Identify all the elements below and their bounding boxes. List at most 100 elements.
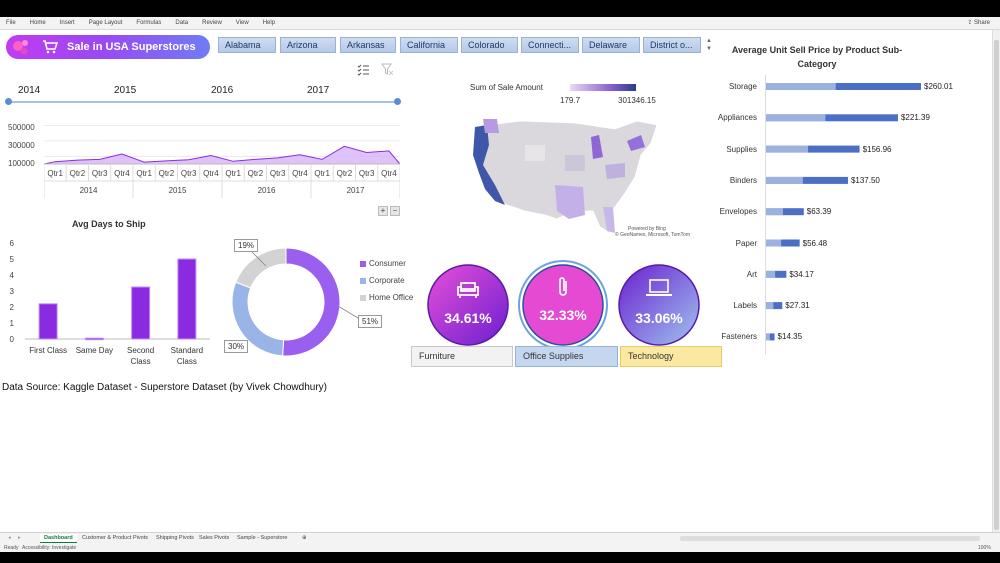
share-button[interactable]: ⇪ Share (967, 19, 990, 26)
ribbon-tab-file[interactable]: File (6, 20, 16, 26)
timeline-year[interactable]: 2016 (211, 85, 233, 96)
avg-days-to-ship-chart: 6 5 4 3 2 1 0 First Class Same Day Second Class Sta… (10, 239, 210, 366)
sheet-tab-customer-product[interactable]: Customer & Product Pivots (78, 534, 152, 542)
state-slicer-item[interactable]: California (400, 37, 458, 53)
expand-button[interactable]: + (378, 206, 388, 216)
subcategory-label: Fasteners (721, 332, 757, 342)
horizontal-scrollbar[interactable] (680, 536, 980, 541)
price-value-label: $34.17 (789, 269, 814, 279)
ribbon-tab-formulas[interactable]: Formulas (136, 20, 161, 26)
year-label: 2016 (258, 186, 276, 195)
share-label: Share (973, 20, 990, 26)
timeline-start-handle[interactable] (5, 98, 12, 105)
next-sheet-icon[interactable]: ▸ (14, 534, 25, 542)
clear-filter-icon[interactable] (381, 63, 394, 76)
price-value-label: $56.48 (802, 238, 828, 248)
timeline-year[interactable]: 2014 (18, 85, 40, 96)
subcategory-label: Art (746, 269, 757, 279)
vertical-scrollbar[interactable] (992, 30, 1000, 532)
quarter-label: Qtr4 (114, 169, 130, 178)
subcategory-label: Envelopes (719, 207, 757, 217)
screen-bottom-bar (0, 552, 1000, 563)
donut-label-consumer: 51% (358, 315, 383, 328)
category-slicer-furniture[interactable]: Furniture (411, 346, 513, 367)
subcategory-label: Appliances (717, 113, 757, 123)
state-slicer-item[interactable]: Colorado (461, 37, 518, 53)
sofa-icon (457, 282, 479, 298)
timeline-year[interactable]: 2017 (307, 85, 329, 96)
state-slicer-item[interactable]: Connecti... (521, 37, 579, 53)
timeline-end-handle[interactable] (394, 98, 401, 105)
category-slicer-technology[interactable]: Technology (620, 346, 722, 367)
y-tick-label: 1 (10, 319, 15, 328)
add-sheet-icon[interactable]: ⊕ (298, 534, 311, 542)
status-accessibility[interactable]: Accessibility: Investigate (22, 545, 76, 551)
price-value-label: $14.35 (777, 332, 803, 342)
ribbon-tab-help[interactable]: Help (263, 20, 275, 26)
sheet-tab-sample[interactable]: Sample - Superstore (233, 534, 291, 542)
subcategory-label: Labels (733, 301, 757, 311)
subcategory-label: Supplies (726, 144, 757, 154)
quarter-label: Qtr3 (181, 169, 197, 178)
price-bar-highlight (766, 145, 809, 153)
ribbon-tab-view[interactable]: View (236, 20, 249, 26)
y-tick-label: 300000 (8, 141, 35, 150)
ribbon-tab-home[interactable]: Home (30, 20, 46, 26)
year-label: 2015 (169, 186, 187, 195)
quarter-label: Qtr4 (381, 169, 397, 178)
sheet-tab-shipping[interactable]: Shipping Pivots (152, 534, 198, 542)
data-source-note: Data Source: Kaggle Dataset - Superstore… (2, 382, 327, 393)
ribbon-tab-data[interactable]: Data (175, 20, 188, 26)
share-icon: ⇪ (967, 20, 973, 26)
ship-category-label: Same Day (76, 346, 113, 355)
quarter-label: Qtr4 (292, 169, 308, 178)
state-slicer-item[interactable]: Arizona (280, 37, 336, 53)
ship-bar (131, 286, 151, 340)
ribbon-tab-review[interactable]: Review (202, 20, 222, 26)
sheet-tab-sales[interactable]: Sales Pivots (195, 534, 233, 542)
price-value-label: $156.96 (862, 144, 892, 154)
ship-bar (177, 258, 197, 340)
timeline-track[interactable] (8, 101, 398, 103)
ribbon-tab-insert[interactable]: Insert (60, 20, 75, 26)
state-slicer-item[interactable]: Arkansas (340, 37, 396, 53)
quarter-label: Qtr4 (203, 169, 219, 178)
sheet-tab-dashboard[interactable]: Dashboard (40, 534, 77, 543)
legend-corporate: Corporate (360, 276, 405, 285)
ribbon-tab-page-layout[interactable]: Page Layout (89, 20, 123, 26)
ribbon-tabs: File Home Insert Page Layout Formulas Da… (0, 17, 1000, 30)
status-ready: Ready (4, 545, 19, 551)
slicer-scroll[interactable]: ▲ ▼ (704, 37, 714, 55)
price-value-label: $63.39 (806, 207, 832, 217)
ship-chart-title: Avg Days to Ship (72, 219, 146, 229)
scrollbar-thumb[interactable] (994, 40, 999, 530)
y-tick-label: 5 (10, 255, 15, 264)
price-bar-highlight (766, 176, 803, 184)
ship-category-label: Class (131, 357, 151, 366)
collapse-button[interactable]: − (390, 206, 400, 216)
state-slicer-item[interactable]: District o... (643, 37, 701, 53)
office-supplies-percentage: 32.33% (539, 307, 587, 323)
multi-select-icon[interactable] (357, 64, 370, 76)
y-tick-label: 0 (10, 335, 15, 344)
price-bar-highlight (766, 239, 782, 247)
furniture-percentage: 34.61% (444, 310, 492, 326)
zoom-level[interactable]: 100% (978, 545, 991, 551)
y-tick-label: 100000 (8, 159, 35, 168)
donut-label-corporate: 30% (224, 340, 249, 353)
page-title: Sale in USA Superstores (67, 41, 196, 53)
price-bar-highlight (766, 114, 826, 122)
chevron-down-icon[interactable]: ▼ (704, 45, 714, 53)
state-slicer-item[interactable]: Alabama (218, 37, 276, 53)
price-value-label: $260.01 (924, 82, 953, 91)
price-bar-highlight (766, 270, 776, 278)
state-slicer-item[interactable]: Delaware (582, 37, 640, 53)
ship-category-label: Second (127, 346, 154, 355)
chevron-up-icon[interactable]: ▲ (704, 37, 714, 45)
y-tick-label: 2 (10, 303, 15, 312)
timeline-year[interactable]: 2015 (114, 85, 136, 96)
donut-slice-home-office (235, 247, 287, 289)
category-slicer-office-supplies[interactable]: Office Supplies (515, 346, 618, 367)
quarter-label: Qtr2 (159, 169, 175, 178)
quarter-label: Qtr3 (359, 169, 375, 178)
